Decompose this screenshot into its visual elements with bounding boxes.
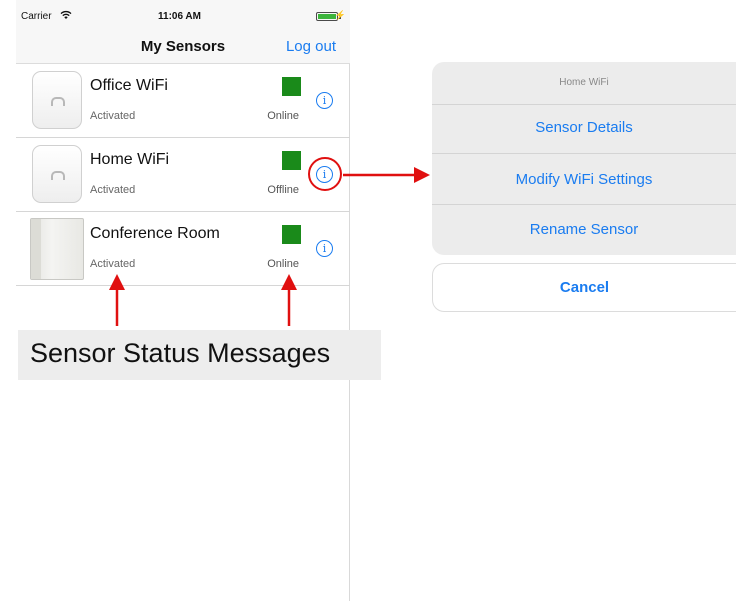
annotation-label-text: Sensor Status Messages [30, 338, 331, 368]
arrow-to-sheet-head [414, 167, 430, 183]
sensor-activation-status: Activated [90, 184, 136, 196]
modify-wifi-settings-button[interactable]: Modify WiFi Settings [432, 171, 736, 188]
navigation-bar: My Sensors Log out [16, 30, 350, 64]
sensor-connection-status: Offline [267, 184, 299, 196]
sensor-name: Conference Room [90, 225, 220, 242]
sensor-connection-status: Online [267, 110, 299, 122]
info-icon[interactable]: i [316, 240, 333, 257]
info-icon[interactable]: i [316, 92, 333, 109]
highlight-circle [308, 157, 342, 191]
sensor-activation-status: Activated [90, 110, 136, 122]
sensor-details-button[interactable]: Sensor Details [432, 119, 736, 136]
sensor-row-conference-room[interactable]: Conference Room Activated Online i [16, 212, 350, 286]
status-indicator [282, 225, 301, 244]
status-indicator [282, 77, 301, 96]
clock: 11:06 AM [158, 11, 201, 22]
sensor-name: Home WiFi [90, 151, 170, 168]
action-sheet: Home WiFi Sensor Details Modify WiFi Set… [432, 62, 736, 255]
rename-sensor-button[interactable]: Rename Sensor [432, 221, 736, 238]
sensor-thumbnail [30, 218, 84, 280]
sensor-activation-status: Activated [90, 258, 136, 270]
status-indicator [282, 151, 301, 170]
sensor-thumbnail [32, 71, 82, 129]
annotation-label: Sensor Status Messages [18, 330, 381, 380]
logout-button[interactable]: Log out [286, 38, 336, 55]
charging-icon: ⚡ [334, 10, 346, 20]
status-bar: Carrier 11:06 AM ⚡ [16, 0, 350, 30]
divider [432, 204, 736, 205]
divider [432, 153, 736, 154]
cancel-button[interactable]: Cancel [432, 263, 736, 312]
sensor-name: Office WiFi [90, 77, 168, 94]
action-sheet-title: Home WiFi [559, 77, 609, 88]
sensor-connection-status: Online [267, 258, 299, 270]
wifi-icon [60, 10, 72, 23]
sensor-thumbnail [32, 145, 82, 203]
sensor-row-home-wifi[interactable]: Home WiFi Activated Offline i [16, 138, 350, 212]
carrier-label: Carrier [21, 11, 52, 22]
phone-screen: Carrier 11:06 AM ⚡ My Sensors Log out Of… [16, 0, 350, 601]
divider [432, 104, 736, 105]
sensor-row-office-wifi[interactable]: Office WiFi Activated Online i [16, 64, 350, 138]
